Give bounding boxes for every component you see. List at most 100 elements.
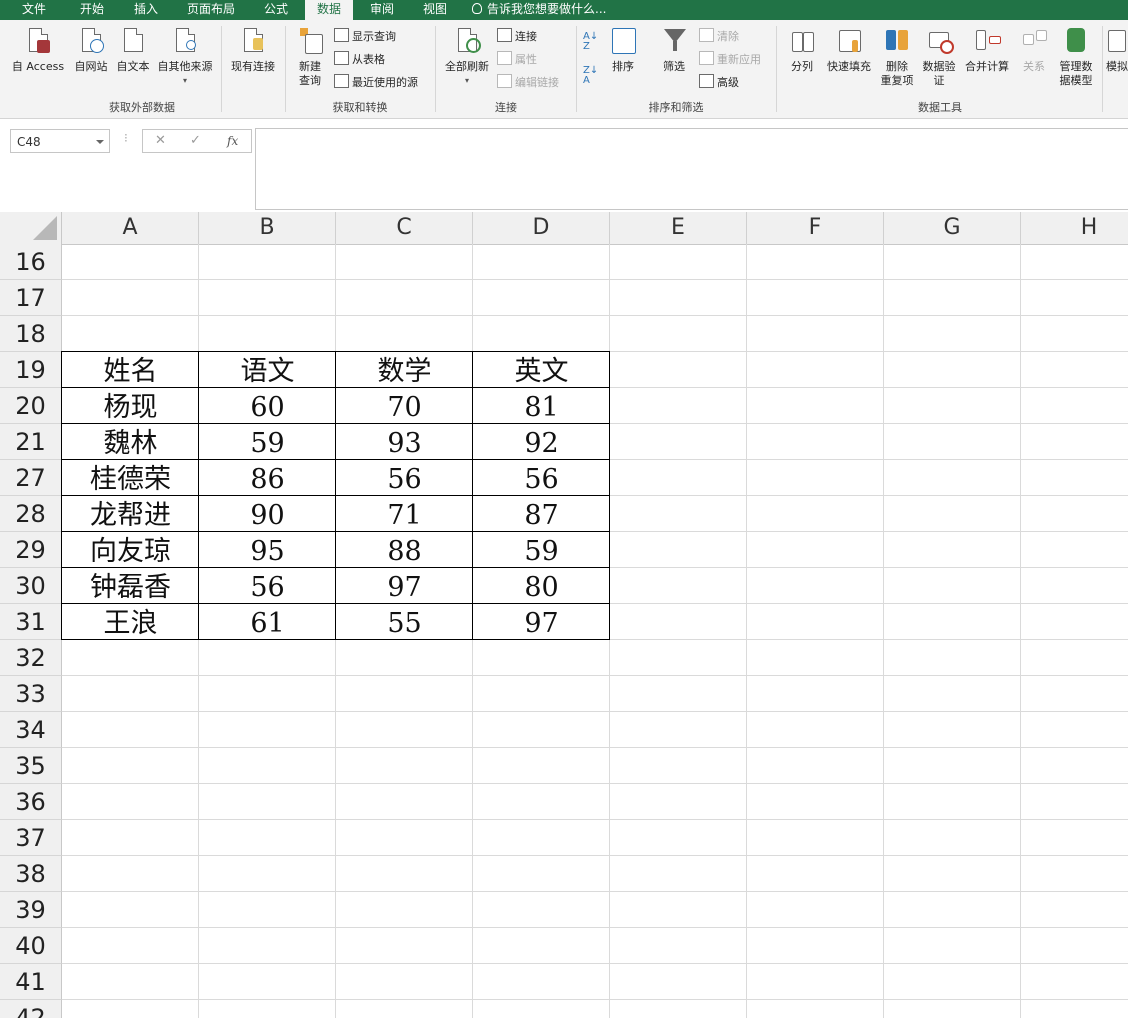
recent-sources-button[interactable]: 最近使用的源 <box>334 74 418 92</box>
table-cell[interactable]: 向友琼 <box>62 532 199 568</box>
from-text-button[interactable]: 自文本 <box>112 26 154 74</box>
table-header-cell[interactable]: 数学 <box>336 352 473 388</box>
table-cell[interactable]: 88 <box>336 532 473 568</box>
formula-bar-grip[interactable]: ⁝ <box>124 131 128 145</box>
tab-home[interactable]: 开始 <box>68 0 116 20</box>
table-cell[interactable]: 59 <box>199 424 336 460</box>
column-header-g[interactable]: G <box>884 212 1021 244</box>
tab-page-layout[interactable]: 页面布局 <box>178 0 244 20</box>
row-header[interactable]: 36 <box>0 784 62 820</box>
filter-button[interactable]: 筛选 <box>654 26 694 74</box>
table-cell[interactable]: 杨现 <box>62 388 199 424</box>
table-header-cell[interactable]: 英文 <box>473 352 610 388</box>
table-cell[interactable]: 56 <box>336 460 473 496</box>
column-header-c[interactable]: C <box>336 212 473 244</box>
row-header[interactable]: 40 <box>0 928 62 964</box>
reapply-button[interactable]: 重新应用 <box>699 51 761 69</box>
table-cell[interactable]: 71 <box>336 496 473 532</box>
row-header[interactable]: 37 <box>0 820 62 856</box>
from-web-button[interactable]: 自网站 <box>70 26 112 74</box>
table-cell[interactable]: 70 <box>336 388 473 424</box>
table-cell[interactable]: 56 <box>199 568 336 604</box>
sort-az-button[interactable]: A↓ Z <box>583 32 598 52</box>
row-header[interactable]: 30 <box>0 568 62 604</box>
table-cell[interactable]: 95 <box>199 532 336 568</box>
row-header[interactable]: 31 <box>0 604 62 640</box>
table-cell[interactable]: 97 <box>336 568 473 604</box>
table-cell[interactable]: 87 <box>473 496 610 532</box>
existing-connections-button[interactable]: 现有连接 <box>226 26 280 74</box>
sort-button[interactable]: 排序 <box>604 26 642 74</box>
row-header[interactable]: 17 <box>0 280 62 316</box>
relationships-button[interactable]: 关系 <box>1014 26 1054 74</box>
refresh-all-button[interactable]: 全部刷新 ▾ <box>440 26 494 88</box>
tab-view[interactable]: 视图 <box>411 0 459 20</box>
table-cell[interactable]: 魏林 <box>62 424 199 460</box>
enter-icon[interactable]: ✓ <box>190 133 201 148</box>
row-header[interactable]: 29 <box>0 532 62 568</box>
chevron-down-icon[interactable] <box>96 140 104 144</box>
row-header[interactable]: 21 <box>0 424 62 460</box>
table-header-cell[interactable]: 语文 <box>199 352 336 388</box>
column-header-a[interactable]: A <box>62 212 199 244</box>
table-cell[interactable]: 92 <box>473 424 610 460</box>
row-header[interactable]: 18 <box>0 316 62 352</box>
table-cell[interactable]: 60 <box>199 388 336 424</box>
table-cell[interactable]: 钟磊香 <box>62 568 199 604</box>
cancel-icon[interactable]: ✕ <box>155 133 166 148</box>
flash-fill-button[interactable]: 快速填充 <box>823 26 875 74</box>
table-cell[interactable]: 97 <box>473 604 610 640</box>
column-header-d[interactable]: D <box>473 212 610 244</box>
edit-links-button[interactable]: 编辑链接 <box>497 74 559 92</box>
name-box[interactable]: C48 <box>10 129 110 153</box>
table-cell[interactable]: 王浪 <box>62 604 199 640</box>
column-header-e[interactable]: E <box>610 212 747 244</box>
table-cell[interactable]: 56 <box>473 460 610 496</box>
remove-duplicates-button[interactable]: 删除 重复项 <box>876 26 918 88</box>
row-header[interactable]: 27 <box>0 460 62 496</box>
tab-review[interactable]: 审阅 <box>358 0 406 20</box>
table-cell[interactable]: 80 <box>473 568 610 604</box>
row-header[interactable]: 34 <box>0 712 62 748</box>
row-header[interactable]: 19 <box>0 352 62 388</box>
row-header[interactable]: 38 <box>0 856 62 892</box>
row-header[interactable]: 35 <box>0 748 62 784</box>
table-cell[interactable]: 59 <box>473 532 610 568</box>
from-table-button[interactable]: 从表格 <box>334 51 385 69</box>
advanced-filter-button[interactable]: 高级 <box>699 74 739 92</box>
table-cell[interactable]: 86 <box>199 460 336 496</box>
column-header-b[interactable]: B <box>199 212 336 244</box>
consolidate-button[interactable]: 合并计算 <box>961 26 1013 74</box>
column-header-h[interactable]: H <box>1021 212 1128 244</box>
insert-function-icon[interactable]: fx <box>227 134 238 148</box>
from-access-button[interactable]: 自 Access <box>8 26 68 74</box>
connections-button[interactable]: 连接 <box>497 28 537 46</box>
tab-insert[interactable]: 插入 <box>122 0 170 20</box>
column-header-f[interactable]: F <box>747 212 884 244</box>
table-cell[interactable]: 龙帮进 <box>62 496 199 532</box>
select-all-button[interactable] <box>0 212 62 244</box>
clear-filter-button[interactable]: 清除 <box>699 28 739 46</box>
row-header[interactable]: 16 <box>0 244 62 280</box>
sort-za-button[interactable]: Z↓ A <box>583 66 598 86</box>
table-cell[interactable]: 93 <box>336 424 473 460</box>
row-header[interactable]: 39 <box>0 892 62 928</box>
table-cell[interactable]: 桂德荣 <box>62 460 199 496</box>
manage-data-model-button[interactable]: 管理数 据模型 <box>1054 26 1098 88</box>
formula-input[interactable] <box>255 128 1128 210</box>
tab-file[interactable]: 文件 <box>10 0 58 20</box>
show-queries-button[interactable]: 显示查询 <box>334 28 396 46</box>
tab-formulas[interactable]: 公式 <box>252 0 300 20</box>
spreadsheet-grid[interactable]: A B C D E F G H 16 17 18 19 20 21 27 28 29 30 31 32… <box>0 212 1128 1018</box>
table-cell[interactable]: 81 <box>473 388 610 424</box>
data-validation-button[interactable]: 数据验 证 <box>918 26 960 88</box>
row-header[interactable]: 33 <box>0 676 62 712</box>
tab-data[interactable]: 数据 <box>305 0 353 22</box>
row-header[interactable]: 41 <box>0 964 62 1000</box>
new-query-button[interactable]: 新建 查询 <box>288 26 332 88</box>
table-cell[interactable]: 90 <box>199 496 336 532</box>
what-if-analysis-button[interactable]: 模拟 <box>1106 26 1128 74</box>
row-header[interactable]: 28 <box>0 496 62 532</box>
row-header[interactable]: 42 <box>0 1000 62 1018</box>
tell-me-search[interactable]: 告诉我您想要做什么... <box>472 0 606 20</box>
